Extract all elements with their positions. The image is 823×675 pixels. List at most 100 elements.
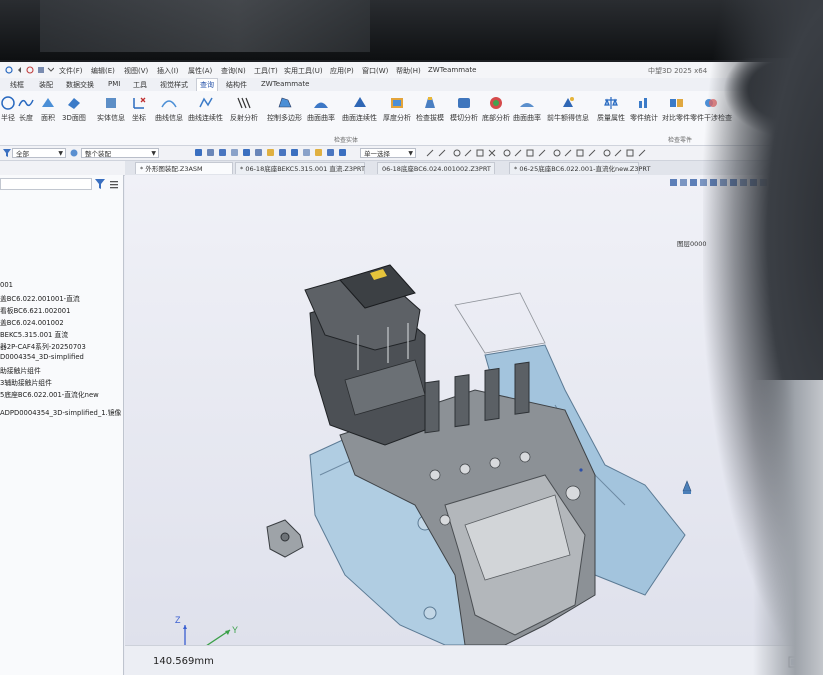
tab-structure[interactable]: 结构件	[226, 80, 247, 90]
tree-item[interactable]: 看板BC6.621.002001	[0, 305, 70, 315]
bezel-reflection	[40, 0, 370, 52]
tab-wireframe[interactable]: 线框	[10, 80, 24, 90]
measurement-readout: 140.569mm	[153, 656, 214, 667]
menu-window[interactable]: 窗口(W)	[362, 66, 388, 76]
tree-item[interactable]: 盖BC6.022.001001-直流	[0, 293, 80, 303]
chevron-down-icon: ▼	[151, 150, 156, 157]
tab-pmi[interactable]: PMI	[108, 80, 120, 88]
menu-help[interactable]: 帮助(H)	[396, 66, 421, 76]
curve-continuity-button[interactable]: 曲线连续性	[188, 95, 223, 123]
coordinate-button[interactable]: 坐标	[131, 95, 147, 123]
control-polygon-button[interactable]: 控制多边形	[267, 95, 302, 123]
quick-access-icons[interactable]	[4, 65, 54, 75]
menu-apps[interactable]: 应用(P)	[330, 66, 354, 76]
select-tool-icon[interactable]	[279, 149, 286, 156]
surface-curvature-icon	[314, 102, 328, 108]
tree-search-input[interactable]	[0, 178, 92, 190]
filter-select[interactable]: 全部 ▼	[12, 148, 66, 158]
select-tool-icon[interactable]	[303, 149, 310, 156]
tree-item[interactable]: 5底座BC6.022.001-直流化new	[0, 389, 99, 399]
menu-edit[interactable]: 编辑(E)	[91, 66, 115, 76]
reflection-analysis-button[interactable]: 反射分析	[230, 95, 258, 123]
compare-parts-button[interactable]: 对比零件	[662, 95, 690, 123]
solid-info-button[interactable]: 实体信息	[97, 95, 125, 123]
tree-item[interactable]: ADPD0004354_3D-simplified_1.镜像	[0, 407, 121, 417]
3d-surface-button[interactable]: 3D面图	[62, 95, 86, 123]
part-stats-button[interactable]: 零件统计	[630, 95, 658, 123]
tab-assembly[interactable]: 装配	[39, 80, 53, 90]
radius-button[interactable]: 半径	[0, 95, 16, 123]
folder-icon[interactable]	[267, 149, 274, 156]
tree-item[interactable]: 001	[0, 281, 13, 289]
menu-utilities[interactable]: 实用工具(U)	[284, 66, 323, 76]
surface-icon	[67, 98, 80, 109]
curve-continuity-icon	[198, 97, 213, 108]
filter-icon[interactable]	[95, 179, 105, 189]
select-tool-icon[interactable]	[207, 149, 214, 156]
options-icon[interactable]	[109, 179, 119, 189]
select-tool-icon[interactable]	[195, 149, 202, 156]
tab-tools[interactable]: 工具	[133, 80, 147, 90]
curve-info-button[interactable]: 曲线信息	[155, 95, 183, 123]
menu-attribute[interactable]: 属性(A)	[188, 66, 212, 76]
assembly-icon	[70, 149, 78, 157]
screen: 文件(F) 编辑(E) 视图(V) 插入(I) 属性(A) 查询(N) 工具(T…	[0, 62, 823, 675]
surface-continuity-button[interactable]: 曲面连续性	[342, 95, 377, 123]
tree-item[interactable]: 助接触片组件	[0, 365, 41, 375]
tab-visual-style[interactable]: 视觉样式	[160, 80, 188, 90]
surface-curvature-button[interactable]: 曲面曲率	[307, 95, 335, 123]
tree-item[interactable]: BEKC5.315.001 直流	[0, 329, 68, 339]
select-tool-icon[interactable]	[231, 149, 238, 156]
menu-zwteammate[interactable]: ZWTeammate	[428, 66, 476, 74]
doc-tab-base-1[interactable]: * 06-18底座BEKC5.315.001 直流.Z3PRT	[235, 162, 365, 174]
person-shoulder	[753, 380, 823, 675]
menu-view[interactable]: 视图(V)	[124, 66, 148, 76]
menu-tools[interactable]: 工具(T)	[254, 66, 278, 76]
marker-icon	[682, 480, 692, 492]
bottom-analysis-button[interactable]: 底部分析	[482, 95, 510, 123]
tree-item[interactable]: 盖BC6.024.001002	[0, 317, 64, 327]
mold-info-button[interactable]: 前牛额得信息	[547, 95, 589, 123]
thickness-analysis-button[interactable]: 厚度分析	[383, 95, 411, 123]
tree-item[interactable]: D0004354_3D-simplified	[0, 353, 84, 361]
select-tool-icon[interactable]	[339, 149, 346, 156]
select-tool-icon[interactable]	[315, 149, 322, 156]
curvature-icon	[520, 103, 534, 107]
tab-data-exchange[interactable]: 数据交换	[66, 80, 94, 90]
doc-tab-base-3[interactable]: * 06-25底座BC6.022.001-直流化new.Z3PRT	[509, 162, 650, 174]
compare-icon	[670, 99, 683, 107]
select-mode-select[interactable]: 单一选择 ▼	[360, 148, 416, 158]
select-tool-icon[interactable]	[327, 149, 334, 156]
select-tool-icon[interactable]	[291, 149, 298, 156]
select-tool-icon[interactable]	[219, 149, 226, 156]
select-tool-icon[interactable]	[243, 149, 250, 156]
mass-properties-button[interactable]: 质量属性	[597, 95, 625, 123]
coordinate-icon	[133, 97, 146, 109]
surface-curvature-2-button[interactable]: 曲面曲率	[513, 95, 541, 123]
select-tool-icon[interactable]	[255, 149, 262, 156]
tab-query[interactable]: 查询	[196, 78, 218, 91]
axis-y-label: Y	[232, 625, 238, 635]
tree-item[interactable]: 器2P-CAF4系列-20250703	[0, 341, 86, 351]
undercut-analysis-button[interactable]: 模切分析	[450, 95, 478, 123]
menu-query[interactable]: 查询(N)	[221, 66, 246, 76]
thickness-icon	[391, 98, 403, 108]
part-stats-icon	[639, 98, 647, 108]
selection-filter-icons[interactable]	[425, 148, 655, 158]
radius-icon	[1, 96, 15, 110]
tab-zwteammate[interactable]: ZWTeammate	[261, 80, 309, 88]
selection-toolbar: 全部 ▼ 整个装配 ▼ 单一选择 ▼	[0, 146, 823, 161]
surface-continuity-icon	[353, 97, 366, 107]
menu-file[interactable]: 文件(F)	[59, 66, 83, 76]
draft-icon	[425, 97, 435, 108]
scope-select[interactable]: 整个装配 ▼	[81, 148, 159, 158]
curve-icon	[18, 99, 34, 107]
doc-tab-assembly[interactable]: * 外形图装配.Z3ASM	[135, 162, 233, 174]
doc-tab-base-2[interactable]: 06-18底座BC6.024.001002.Z3PRT	[377, 162, 495, 174]
tree-item[interactable]: 3辅助接触片组件	[0, 377, 52, 387]
area-button[interactable]: 面积	[40, 95, 56, 123]
chevron-down-icon: ▼	[58, 150, 63, 157]
menu-insert[interactable]: 插入(I)	[157, 66, 179, 76]
draft-check-button[interactable]: 检查拔模	[416, 95, 444, 123]
length-button[interactable]: 长度	[18, 95, 34, 123]
